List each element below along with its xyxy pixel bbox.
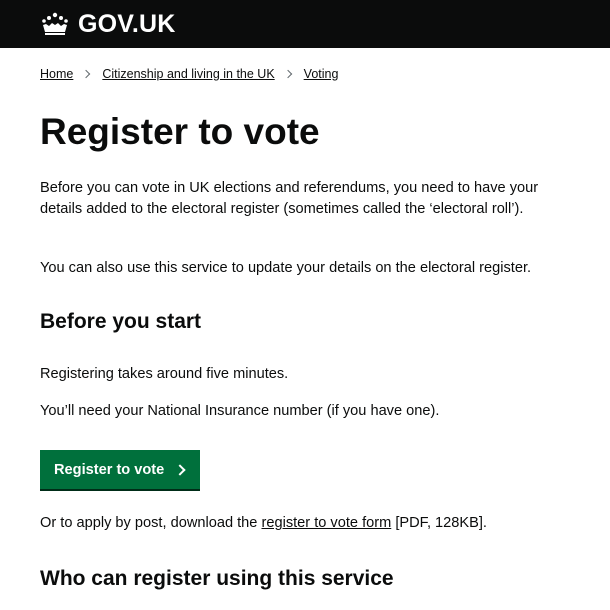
post-text-after: [PDF, 128KB]. [391,515,487,531]
crown-icon [42,12,68,35]
site-header: GOV.UK [0,0,610,48]
register-form-link[interactable]: register to vote form [261,515,391,531]
chevron-right-icon [82,69,91,79]
who-can-register-heading: Who can register using this service [40,567,394,590]
breadcrumb-citizenship[interactable]: Citizenship and living in the UK [102,67,274,81]
breadcrumb-voting[interactable]: Voting [304,67,339,81]
post-application-paragraph: Or to apply by post, download the regist… [40,513,560,534]
ni-number-paragraph: You’ll need your National Insurance numb… [40,403,440,419]
register-button-label: Register to vote [54,461,165,478]
before-you-start-heading: Before you start [40,310,202,333]
logo-text: GOV.UK [78,9,176,38]
govuk-logo-link[interactable]: GOV.UK [40,10,176,39]
register-to-vote-button[interactable]: Register to vote [40,450,200,489]
breadcrumb-home[interactable]: Home [40,67,73,81]
chevron-right-icon [283,69,292,79]
update-details-paragraph: You can also use this service to update … [40,260,532,276]
time-paragraph: Registering takes around five minutes. [40,366,289,382]
breadcrumb: Home Citizenship and living in the UK Vo… [40,67,338,81]
intro-paragraph: Before you can vote in UK elections and … [40,180,539,217]
chevron-right-icon [174,463,186,476]
post-text-before: Or to apply by post, download the [40,515,262,531]
page-title: Register to vote [40,111,320,152]
